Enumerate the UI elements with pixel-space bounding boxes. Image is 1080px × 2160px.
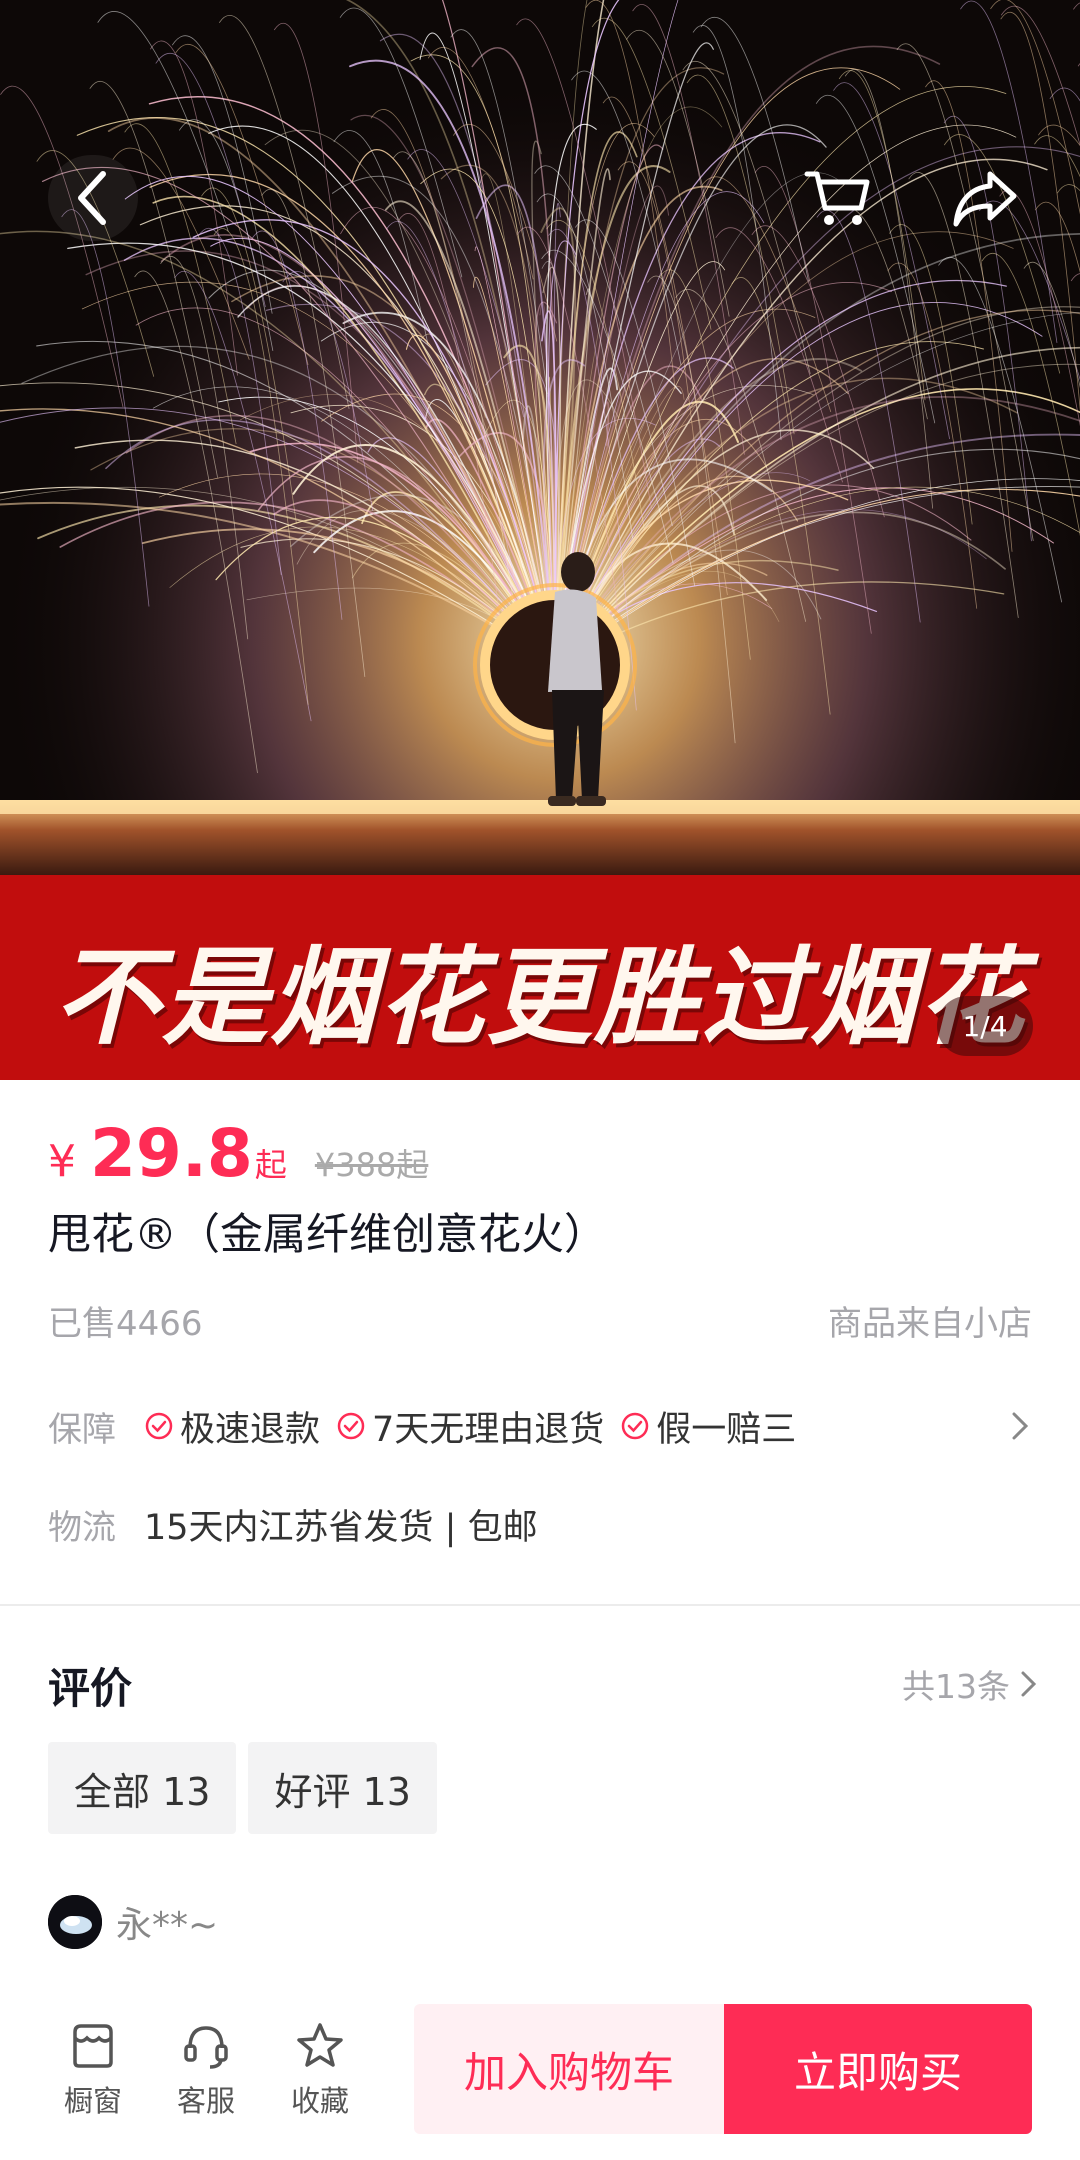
guarantee-item: 极速退款 bbox=[144, 1401, 320, 1452]
original-price: ¥388起 bbox=[314, 1146, 429, 1184]
reviews-count: 共13条 bbox=[902, 1667, 1010, 1706]
bottom-action-bar: 橱窗 客服 收藏 加入购物车 立即购买 bbox=[0, 1990, 1080, 2160]
filter-positive[interactable]: 好评 13 bbox=[248, 1742, 437, 1834]
review-user: 永**~ bbox=[48, 1895, 218, 1949]
product-title: 甩花®（金属纤维创意花火） bbox=[48, 1210, 607, 1260]
check-circle-icon bbox=[622, 1412, 649, 1440]
guarantee-row[interactable]: 保障 极速退款 7天无理由退货 假一赔三 bbox=[48, 1398, 1032, 1454]
current-price: 29.8 bbox=[90, 1115, 253, 1192]
price-row: ¥ 29.8 起 ¥388起 bbox=[48, 1115, 428, 1192]
promo-banner-text: 不是烟花更胜过烟花 bbox=[54, 936, 1026, 1059]
cart-icon bbox=[804, 171, 870, 225]
customer-service-button[interactable]: 客服 bbox=[161, 2020, 251, 2120]
guarantee-item: 7天无理由退货 bbox=[336, 1401, 604, 1452]
reviews-count-link[interactable]: 共13条 bbox=[902, 1660, 1040, 1708]
headset-icon bbox=[184, 2026, 228, 2069]
favorite-button[interactable]: 收藏 bbox=[275, 2020, 365, 2120]
bottom-item-label: 客服 bbox=[176, 2084, 235, 2118]
add-to-cart-button[interactable]: 加入购物车 bbox=[414, 2004, 724, 2134]
guarantee-label: 保障 bbox=[48, 1409, 116, 1450]
shop-icon bbox=[73, 2024, 113, 2068]
guarantee-item: 假一赔三 bbox=[620, 1401, 796, 1452]
share-button[interactable] bbox=[940, 155, 1030, 241]
gallery-page-indicator: 1/4 bbox=[937, 996, 1033, 1056]
avatar bbox=[48, 1895, 102, 1949]
section-divider bbox=[0, 1604, 1080, 1606]
logistics-text: 15天内江苏省发货 | 包邮 bbox=[144, 1507, 538, 1548]
filter-all[interactable]: 全部 13 bbox=[48, 1742, 237, 1834]
price-suffix: 起 bbox=[254, 1146, 287, 1184]
star-icon bbox=[297, 2023, 343, 2067]
review-username: 永**~ bbox=[116, 1905, 219, 1946]
check-circle-icon bbox=[337, 1412, 365, 1440]
chevron-right-icon bbox=[1012, 1412, 1029, 1440]
back-button[interactable] bbox=[48, 155, 138, 241]
logistics-label: 物流 bbox=[48, 1507, 116, 1548]
sold-count: 已售4466 bbox=[48, 1304, 203, 1344]
chevron-right-icon bbox=[1021, 1671, 1037, 1697]
promo-banner: 不是烟花更胜过烟花 bbox=[0, 875, 1080, 1080]
chevron-left-icon bbox=[78, 171, 106, 225]
product-image-gallery[interactable]: 不是烟花更胜过烟花 1/4 bbox=[0, 0, 1080, 1080]
shop-window-button[interactable]: 橱窗 bbox=[48, 2020, 138, 2120]
buy-now-button[interactable]: 立即购买 bbox=[724, 2004, 1032, 2134]
review-filters: 全部 13 好评 13 bbox=[48, 1742, 449, 1834]
product-photo bbox=[0, 0, 1080, 875]
shop-source: 商品来自小店 bbox=[828, 1304, 1032, 1344]
cart-button[interactable] bbox=[795, 155, 881, 241]
currency-symbol: ¥ bbox=[48, 1136, 76, 1187]
reviews-title: 评价 bbox=[48, 1664, 133, 1713]
logistics-row: 物流 15天内江苏省发货 | 包邮 bbox=[48, 1496, 538, 1552]
share-icon bbox=[953, 171, 1017, 227]
check-circle-icon bbox=[145, 1412, 173, 1440]
bottom-item-label: 收藏 bbox=[290, 2084, 349, 2118]
bottom-item-label: 橱窗 bbox=[63, 2084, 122, 2118]
